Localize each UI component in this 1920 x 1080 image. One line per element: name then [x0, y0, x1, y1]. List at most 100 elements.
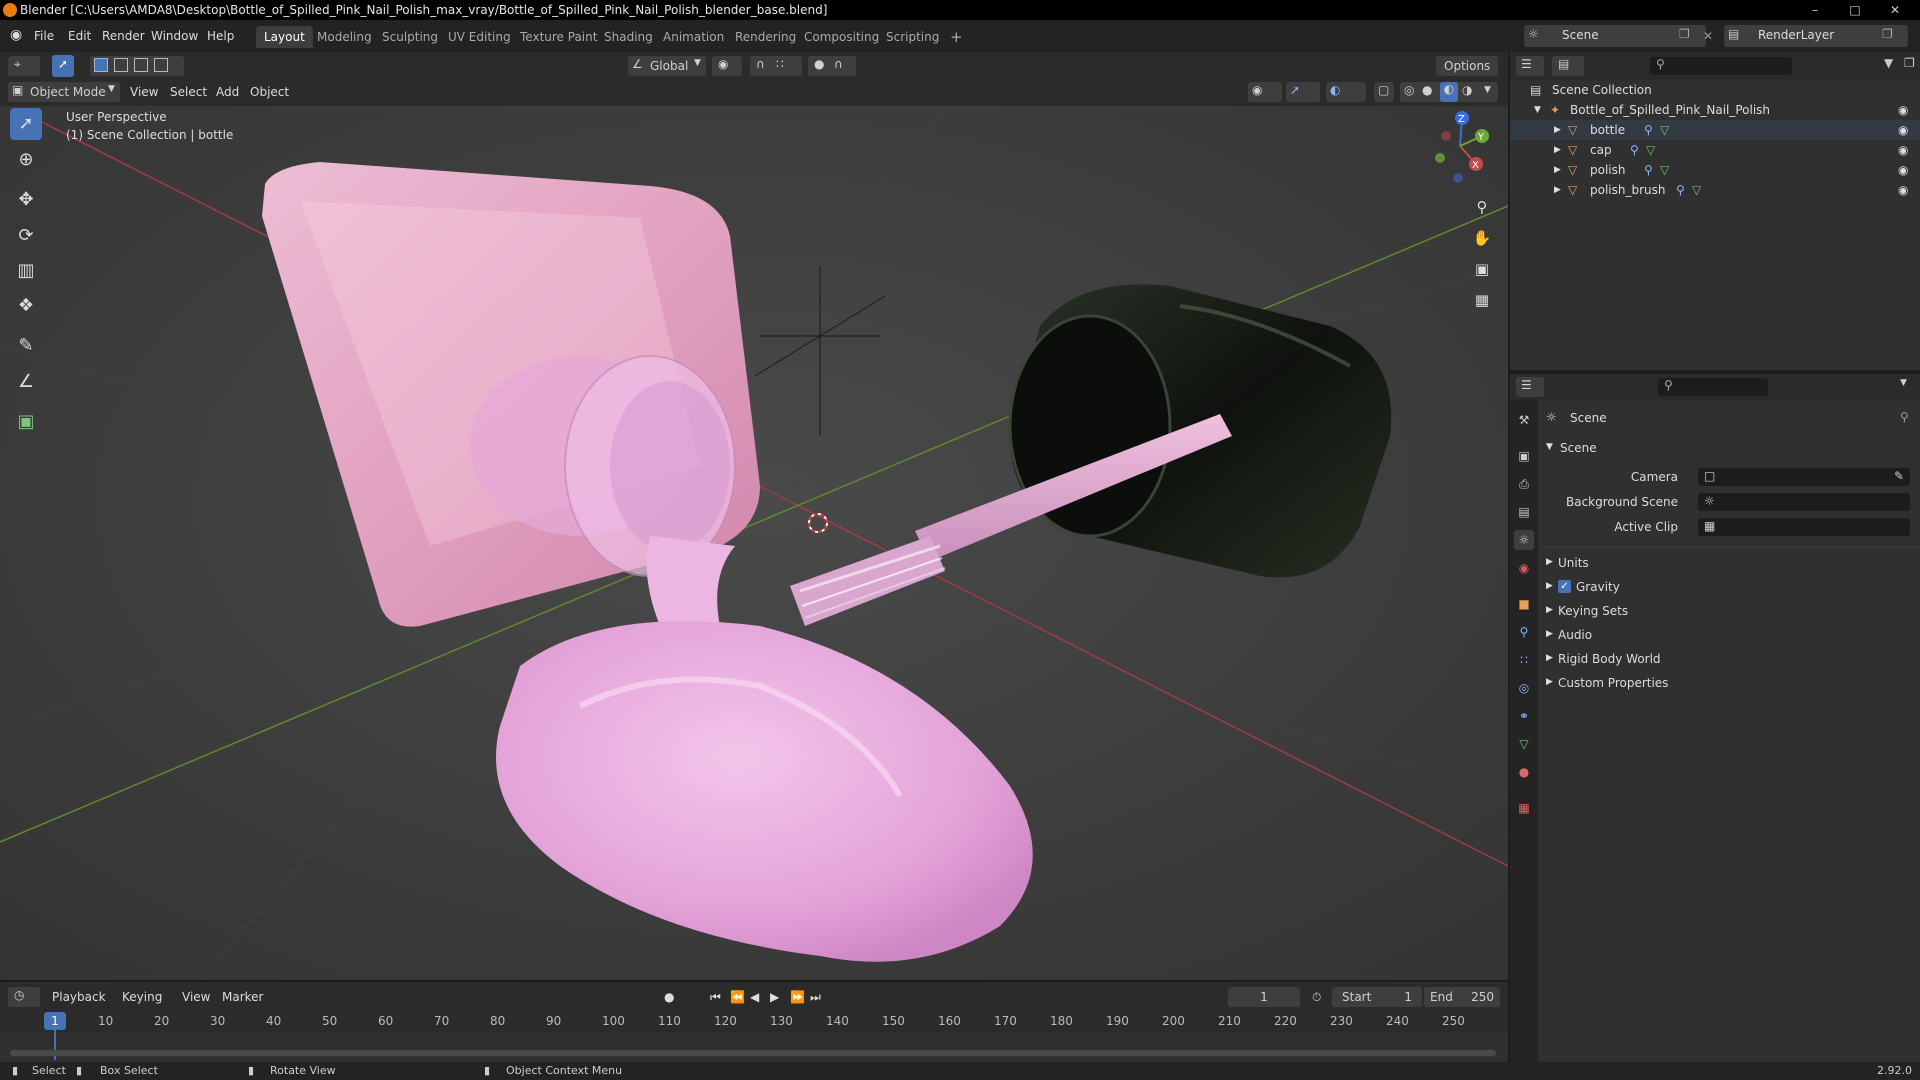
invert-selection-icon[interactable] [154, 58, 168, 72]
view-layer-tab-icon[interactable]: ▤ [1514, 502, 1534, 522]
camera-field[interactable]: □ ✎ [1698, 468, 1910, 486]
stopwatch-icon[interactable]: ⏱ [1306, 987, 1327, 1007]
tab-modeling[interactable]: Modeling [309, 26, 380, 48]
playhead[interactable]: 1 [44, 1012, 66, 1030]
add-cube-tool-icon[interactable]: ▣ [10, 406, 42, 438]
custom-properties-section[interactable]: Custom Properties [1558, 676, 1668, 690]
output-tab-icon[interactable]: ⎙ [1514, 474, 1534, 494]
new-collection-icon[interactable]: ❐ [1904, 56, 1915, 70]
transform-orientation-dropdown[interactable]: ∠ Global ▼ [628, 56, 706, 76]
options-dropdown[interactable]: Options [1436, 56, 1498, 76]
record-icon[interactable]: ● [658, 987, 680, 1007]
tab-scripting[interactable]: Scripting [878, 26, 947, 48]
visibility-eye-icon[interactable]: ◉ [1898, 140, 1908, 160]
keying-sets-section[interactable]: Keying Sets [1558, 604, 1628, 618]
camera-view-icon[interactable]: ▣ [1470, 254, 1494, 285]
eyedropper-icon[interactable]: ✎ [1894, 469, 1904, 483]
outliner-row-polish[interactable]: ▶ ▽ polish ⚲ ▽ ◉ [1510, 160, 1920, 180]
copy-layer-icon[interactable]: ❐ [1882, 27, 1893, 41]
marker-menu[interactable]: Marker [216, 987, 269, 1007]
tab-animation[interactable]: Animation [655, 26, 732, 48]
extend-selection-icon[interactable] [114, 58, 128, 72]
select-menu[interactable]: Select [164, 82, 213, 102]
editor-type-icon[interactable]: ⌖ [8, 56, 40, 76]
chevron-right-icon[interactable]: ▶ [1546, 581, 1553, 591]
object-tab-icon[interactable]: ■ [1514, 594, 1534, 614]
menu-file[interactable]: File [34, 29, 54, 43]
view-menu-timeline[interactable]: View [176, 987, 216, 1007]
mesh-data-tab-icon[interactable]: ▽ [1514, 734, 1534, 754]
scene-selector[interactable]: ☼ Scene ❐ [1524, 25, 1706, 47]
scene-panel-title[interactable]: Scene [1560, 441, 1597, 455]
chevron-right-icon[interactable]: ▶ [1546, 629, 1553, 639]
rotate-tool-icon[interactable]: ⟳ [10, 220, 42, 252]
world-tab-icon[interactable]: ◉ [1514, 558, 1534, 578]
outliner-row-bottle[interactable]: ▶ ▽ bottle ⚲ ▽ ◉ [1510, 120, 1920, 140]
copy-icon[interactable]: ❐ [1679, 27, 1690, 41]
play-icon[interactable]: ▶ [764, 987, 785, 1007]
tab-sculpting[interactable]: Sculpting [374, 26, 446, 48]
scale-tool-icon[interactable]: ▥ [10, 255, 42, 287]
visibility-eye-icon[interactable]: ◉ [1898, 180, 1908, 200]
new-selection-icon[interactable] [94, 58, 108, 72]
close-icon[interactable]: ✕ [1880, 0, 1910, 20]
properties-editor-icon[interactable]: ☰ [1516, 377, 1544, 397]
outliner-row-collection[interactable]: ▼ ✦ Bottle_of_Spilled_Pink_Nail_Polish ◉ [1510, 100, 1920, 120]
gizmo-toggle[interactable]: ➚ [1286, 82, 1320, 102]
maximize-icon[interactable]: □ [1840, 0, 1870, 20]
measure-tool-icon[interactable]: ∠ [10, 366, 42, 398]
outliner-row-cap[interactable]: ▶ ▽ cap ⚲ ▽ ◉ [1510, 140, 1920, 160]
pin-icon[interactable]: ⚲ [1900, 410, 1909, 424]
gravity-section[interactable]: Gravity [1576, 580, 1620, 594]
chevron-right-icon[interactable]: ▶ [1546, 605, 1553, 615]
overlay-toggle[interactable]: ◐ [1326, 82, 1366, 102]
solid-shading-icon[interactable]: ● [1422, 83, 1432, 97]
zoom-icon[interactable]: ⚲ [1470, 192, 1494, 223]
units-section[interactable]: Units [1558, 556, 1589, 570]
chevron-right-icon[interactable]: ▶ [1554, 140, 1561, 160]
menu-edit[interactable]: Edit [68, 29, 91, 43]
navigation-gizmo[interactable]: Z Y X [1420, 106, 1500, 190]
menu-help[interactable]: Help [207, 29, 234, 43]
proportional-edit[interactable]: ● ∩ [808, 56, 856, 76]
add-menu[interactable]: Add [210, 82, 245, 102]
chevron-right-icon[interactable]: ▶ [1546, 677, 1553, 687]
tab-layout[interactable]: Layout [256, 26, 313, 48]
move-tool-icon[interactable]: ✥ [10, 184, 42, 216]
pan-hand-icon[interactable]: ✋ [1470, 223, 1494, 254]
play-reverse-icon[interactable]: ◀ [744, 987, 765, 1007]
cursor-tool-icon[interactable]: ⊕ [10, 144, 42, 176]
ortho-grid-icon[interactable]: ▦ [1470, 285, 1494, 316]
menu-window[interactable]: Window [151, 29, 198, 43]
3d-viewport[interactable]: Z Y X ⚲ ✋ ▣ ▦ [0, 106, 1508, 980]
visibility-eye-icon[interactable]: ◉ [1898, 120, 1908, 140]
outliner-row-polish-brush[interactable]: ▶ ▽ polish_brush ⚲ ▽ ◉ [1510, 180, 1920, 200]
tab-shading[interactable]: Shading [596, 26, 661, 48]
chevron-down-icon[interactable]: ▼ [1534, 100, 1541, 120]
playback-menu[interactable]: Playback [46, 987, 112, 1007]
scene-tab-icon[interactable]: ☼ [1514, 530, 1534, 550]
subtract-selection-icon[interactable] [134, 58, 148, 72]
visibility-dropdown[interactable]: ◉ [1248, 82, 1282, 102]
tab-texture-paint[interactable]: Texture Paint [512, 26, 605, 48]
view-menu[interactable]: View [124, 82, 164, 102]
chevron-down-icon[interactable]: ▼ [1484, 85, 1491, 95]
modifier-tab-icon[interactable]: ⚲ [1514, 622, 1534, 642]
chevron-down-icon[interactable]: ▼ [1546, 442, 1553, 452]
pivot-point-dropdown[interactable]: ◉ [712, 56, 742, 76]
close-scene-icon[interactable]: ✕ [1703, 29, 1713, 43]
start-frame-field[interactable]: Start 1 [1332, 987, 1422, 1007]
minimize-icon[interactable]: – [1800, 0, 1830, 20]
audio-section[interactable]: Audio [1558, 628, 1592, 642]
xray-toggle[interactable]: ▢ [1374, 82, 1394, 102]
particles-tab-icon[interactable]: ∷ [1514, 650, 1534, 670]
tab-uv-editing[interactable]: UV Editing [440, 26, 519, 48]
outliner-editor-icon[interactable]: ☰ [1516, 56, 1544, 76]
chevron-right-icon[interactable]: ▶ [1554, 160, 1561, 180]
visibility-eye-icon[interactable]: ◉ [1898, 160, 1908, 180]
selection-mode-group[interactable] [90, 56, 184, 76]
texture-tab-icon[interactable]: ▦ [1514, 798, 1534, 818]
physics-tab-icon[interactable]: ◎ [1514, 678, 1534, 698]
gravity-checkbox[interactable]: ✓ [1558, 580, 1571, 593]
annotate-tool-icon[interactable]: ✎ [10, 330, 42, 362]
